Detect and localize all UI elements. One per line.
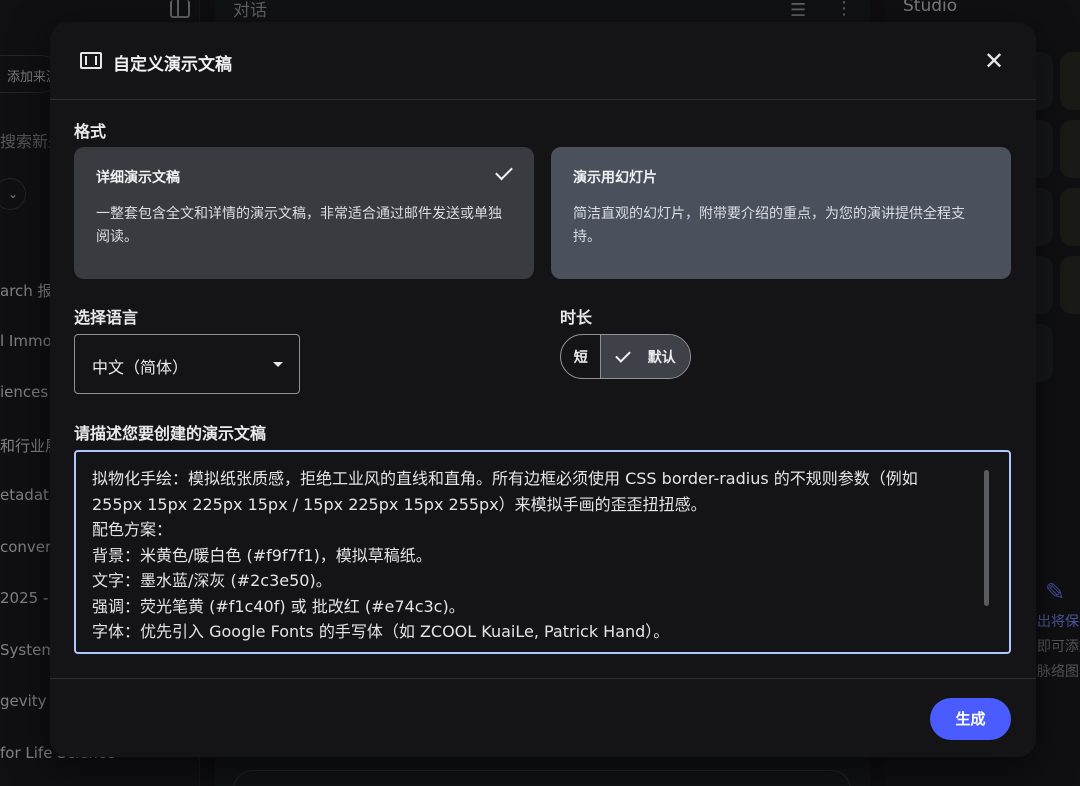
dialog-header: 自定义演示文稿 ✕ [50,22,1036,100]
format-option-description: 简洁直观的幻灯片，附带要介绍的重点，为您的演讲提供全程支持。 [573,206,965,245]
textarea-line: 背景：米黄色/暖白色 (#f9f7f1)，模拟草稿纸。 [92,545,432,565]
textarea-line: 字体：优先引入 Google Fonts 的手写体（如 ZCOOL KuaiLe… [92,622,670,641]
format-option-slides[interactable]: 演示用幻灯片 简洁直观的幻灯片，附带要介绍的重点，为您的演讲提供全程支持。 [551,147,1011,279]
dialog-title: 自定义演示文稿 [113,55,232,75]
format-option-title: 演示用幻灯片 [573,170,657,186]
footer-divider [50,678,1036,679]
description-textarea[interactable]: 拟物化手绘：模拟纸张质感，拒绝工业风的直线和直角。所有边框必须使用 CSS bo… [74,450,1011,654]
dropdown-arrow-icon [273,362,283,367]
language-label: 选择语言 [74,308,139,327]
close-button[interactable]: ✕ [978,46,1010,78]
customize-presentation-dialog: 自定义演示文稿 ✕ 格式 详细演示文稿 一整套包含全文和详情的演示文稿，非常适合… [50,22,1036,757]
textarea-line: 配色方案： [92,520,173,539]
format-label: 格式 [74,122,107,141]
textarea-line: 文字：墨水蓝/深灰 (#2c3e50)。 [92,571,332,590]
format-option-title: 详细演示文稿 [96,170,180,186]
duration-toggle: 短 默认 [560,334,691,379]
slides-icon [80,52,102,69]
duration-short-label: 短 [573,349,588,366]
duration-default-label: 默认 [647,349,676,366]
textarea-line: 拟物化手绘：模拟纸张质感，拒绝工业风的直线和直角。所有边框必须使用 CSS bo… [92,469,918,488]
duration-label: 时长 [560,308,593,327]
description-label: 请描述您要创建的演示文稿 [74,424,267,443]
textarea-scrollbar[interactable] [984,470,989,606]
check-icon [614,346,631,363]
duration-default-button[interactable]: 默认 [601,335,690,378]
format-option-detailed[interactable]: 详细演示文稿 一整套包含全文和详情的演示文稿，非常适合通过邮件发送或单独阅读。 [74,147,534,279]
generate-button[interactable]: 生成 [930,698,1011,740]
textarea-line: 255px 15px 225px 15px / 15px 225px 15px … [92,494,707,514]
format-option-description: 一整套包含全文和详情的演示文稿，非常适合通过邮件发送或单独阅读。 [96,206,502,245]
duration-short-button[interactable]: 短 [561,335,602,378]
textarea-line: 强调：荧光笔黄 (#f1c40f) 或 批改红 (#e74c3c)。 [92,596,465,616]
language-select[interactable]: 中文（简体） [74,334,300,394]
language-select-value: 中文（简体） [92,358,189,377]
